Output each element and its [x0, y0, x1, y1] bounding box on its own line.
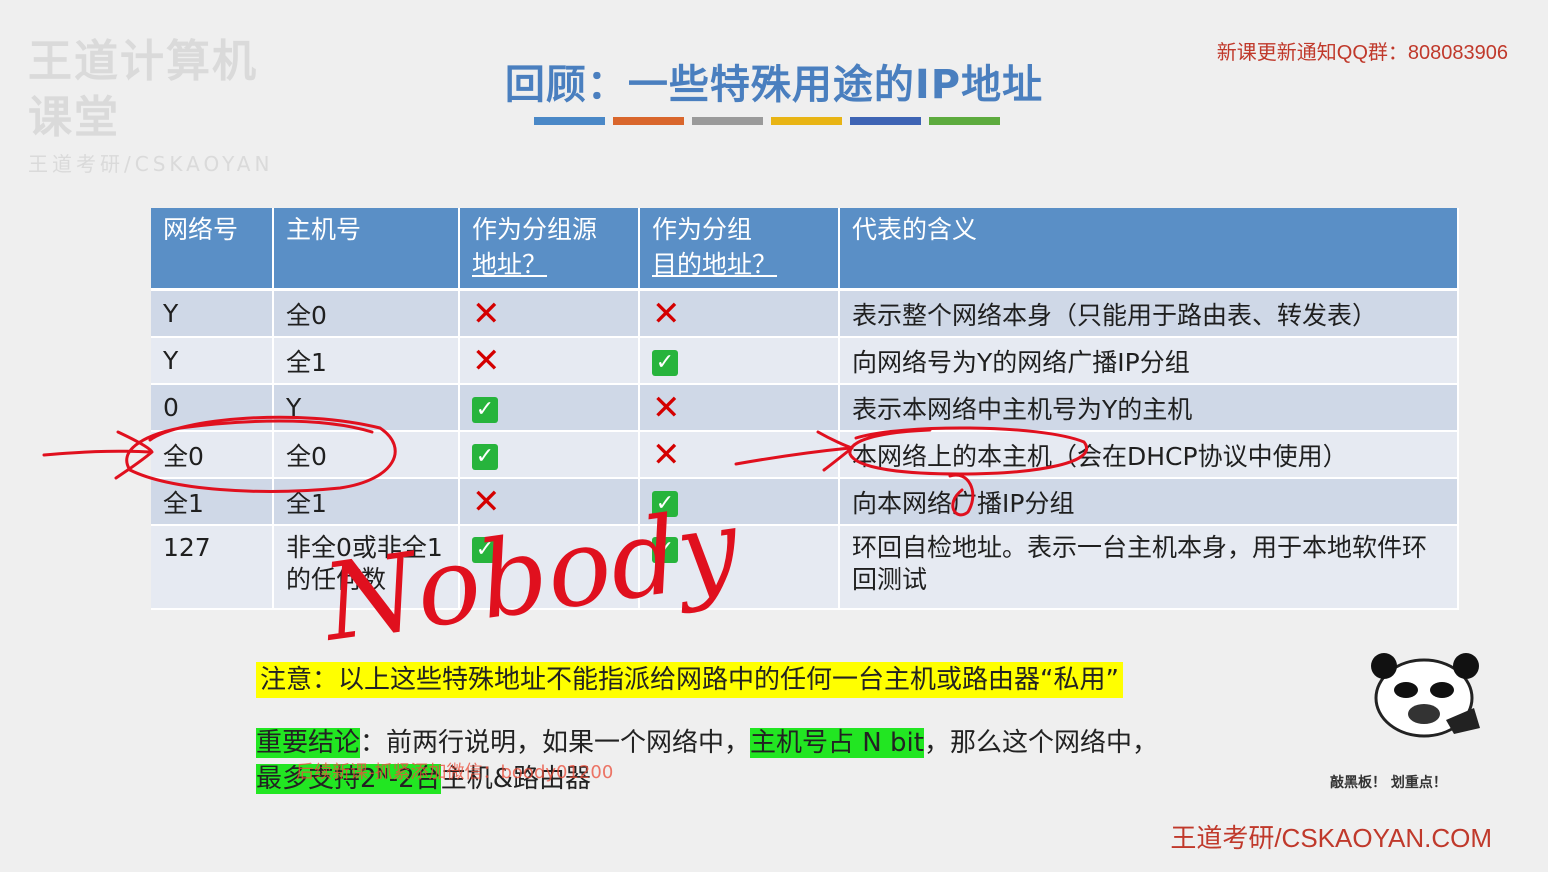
cell-meaning: 表示本网络中主机号为Y的主机 [839, 384, 1459, 432]
cell-as-destination: ✕ [639, 431, 840, 479]
header-as-destination: 作为分组目的地址？ [639, 208, 840, 291]
cell-network-number: 全1 [151, 478, 274, 526]
cell-meaning: 环回自检地址。表示一台主机本身，用于本地软件环回测试 [839, 525, 1459, 610]
cell-meaning: 向网络号为Y的网络广播IP分组 [839, 337, 1459, 385]
check-icon: ✓ [652, 349, 678, 376]
cell-host-number: 全0 [273, 289, 460, 338]
title-bar-segment [692, 117, 763, 125]
cross-icon: ✕ [652, 387, 681, 428]
title-bar-segment [613, 117, 684, 125]
cell-meaning: 表示整个网络本身（只能用于路由表、转发表） [839, 289, 1459, 338]
cell-as-destination: ✓ [639, 525, 840, 610]
header-src-line2: 地址？ [472, 250, 548, 279]
cell-host-number: 非全0或非全1的任何数 [273, 525, 460, 610]
cell-as-source: ✓ [459, 525, 640, 610]
cross-icon: ✕ [652, 434, 681, 475]
check-icon: ✓ [472, 443, 498, 470]
note-line: 注意：以上这些特殊地址不能指派给网路中的任何一台主机或路由器“私用” [256, 662, 1123, 698]
cell-network-number: Y [151, 289, 274, 338]
header-dst-line1: 作为分组 [652, 215, 753, 244]
title-bar-segment [534, 117, 605, 125]
title-bar-segment [929, 117, 1000, 125]
cross-icon: ✕ [472, 340, 501, 381]
cell-host-number: 全0 [273, 431, 460, 479]
table-row: 全1 全1 ✕ ✓ 向本网络广播IP分组 [151, 478, 1459, 526]
cell-host-number: 全1 [273, 478, 460, 526]
conclusion-label: 重要结论 [256, 728, 361, 758]
header-src-line1: 作为分组源 [472, 215, 598, 244]
cell-as-source: ✕ [459, 289, 640, 338]
cell-network-number: 全0 [151, 431, 274, 479]
ink-arrow-left [42, 430, 154, 480]
conclusion-highlight-bits: 主机号占 N bit [750, 728, 924, 758]
logo-sub-text: 王道考研/CSKAOYAN [28, 152, 274, 176]
cross-icon: ✕ [472, 481, 501, 522]
title-bar-segment [771, 117, 842, 125]
cell-meaning: 本网络上的本主机（会在DHCP协议中使用） [839, 431, 1459, 479]
table-row: Y 全0 ✕ ✕ 表示整个网络本身（只能用于路由表、转发表） [151, 289, 1459, 338]
check-icon: ✓ [652, 537, 678, 563]
cell-host-number: 全1 [273, 337, 460, 385]
cross-icon: ✕ [652, 293, 681, 334]
cell-as-source: ✕ [459, 478, 640, 526]
header-as-source: 作为分组源地址？ [459, 208, 640, 291]
table-row: 全0 全0 ✓ ✕ 本网络上的本主机（会在DHCP协议中使用） [151, 431, 1459, 479]
cell-as-source: ✕ [459, 337, 640, 385]
header-network-number: 网络号 [151, 208, 274, 291]
table-header-row: 网络号 主机号 作为分组源地址？ 作为分组目的地址？ 代表的含义 [151, 208, 1459, 291]
table-row: 0 Y ✓ ✕ 表示本网络中主机号为Y的主机 [151, 384, 1459, 432]
table-row: Y 全1 ✕ ✓ 向网络号为Y的网络广播IP分组 [151, 337, 1459, 385]
cell-as-destination: ✓ [639, 478, 840, 526]
cross-icon: ✕ [472, 293, 501, 334]
check-icon: ✓ [472, 396, 498, 423]
cell-network-number: 127 [151, 525, 274, 610]
panda-caption: 敲黑板！ 划重点！ [1330, 775, 1447, 791]
wechat-watermark: 后续新课-抓紧添加微信：boody01200 [296, 762, 614, 783]
title-bar-segment [850, 117, 921, 125]
cell-as-source: ✓ [459, 384, 640, 432]
cell-network-number: 0 [151, 384, 274, 432]
conclusion-text-1: ：前两行说明，如果一个网络中， [360, 728, 751, 758]
cell-meaning: 向本网络广播IP分组 [839, 478, 1459, 526]
special-ip-table: 网络号 主机号 作为分组源 地址？ 作为分组 目的地址？ 代表的含义 Y 全0 ✕ ✕ 表示… [151, 208, 1459, 610]
check-icon: ✓ [652, 490, 678, 517]
header-dst-line2: 目的地址？ [652, 250, 778, 279]
cell-host-number: Y [273, 384, 460, 432]
table-row: 127 非全0或非全1的任何数 ✓ ✓ 环回自检地址。表示一台主机本身，用于本地软件环回… [151, 525, 1459, 610]
title-color-bar [534, 117, 1000, 125]
cell-as-destination: ✓ [639, 337, 840, 385]
cell-as-destination: ✕ [639, 384, 840, 432]
cell-as-destination: ✕ [639, 289, 840, 338]
header-host-number: 主机号 [273, 208, 460, 291]
cell-network-number: Y [151, 337, 274, 385]
check-icon: ✓ [472, 537, 498, 563]
slide-title: 回顾：一些特殊用途的IP地址 [504, 62, 1044, 108]
conclusion-text-2: ，那么这个网络中， [923, 728, 1158, 758]
header-meaning: 代表的含义 [839, 208, 1459, 291]
panda-meme-image [1371, 653, 1480, 738]
cell-as-source: ✓ [459, 431, 640, 479]
brand-footer: 王道考研/CSKAOYAN.COM [1170, 823, 1492, 853]
